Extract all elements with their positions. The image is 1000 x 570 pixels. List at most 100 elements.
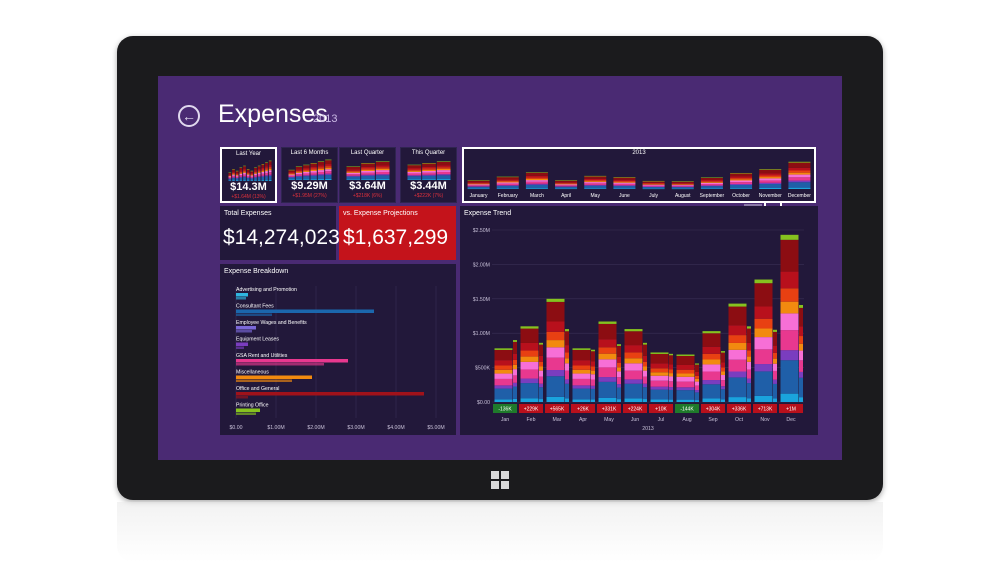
trend-bar-segment bbox=[494, 378, 513, 386]
trend-projected-bar-segment bbox=[591, 361, 595, 367]
timeline-month-label: February bbox=[498, 193, 519, 199]
trend-y-tick-label: $1.50M bbox=[473, 297, 490, 303]
period-tile-delta: +$222K (7%) bbox=[413, 193, 444, 199]
period-tile-bar-segment bbox=[310, 163, 317, 164]
timeline-bar-segment bbox=[555, 180, 578, 181]
trend-bar-segment bbox=[728, 371, 747, 378]
timeline-bar-segment bbox=[730, 176, 753, 179]
trend-bar-segment bbox=[520, 378, 539, 384]
timeline-bar-segment bbox=[555, 183, 578, 184]
period-tile-bar-segment bbox=[295, 171, 303, 173]
trend-bar-segment bbox=[598, 347, 617, 354]
period-tile-bar-segment bbox=[228, 174, 232, 176]
period-tile-value: $14.3M bbox=[230, 181, 267, 193]
timeline-bar-segment bbox=[642, 186, 665, 188]
trend-bar-segment bbox=[494, 399, 513, 402]
trend-bar-segment bbox=[780, 271, 799, 289]
trend-bar-segment bbox=[494, 360, 513, 366]
period-tile-bar-segment bbox=[288, 173, 295, 175]
period-tile-bar-segment bbox=[268, 168, 272, 171]
timeline-month-label: December bbox=[788, 193, 811, 199]
trend-bar-segment bbox=[572, 373, 591, 379]
timeline-bar-segment bbox=[525, 184, 548, 189]
trend-projected-bar-segment bbox=[695, 364, 699, 372]
period-tile-bar-segment bbox=[317, 161, 325, 166]
total-expenses-label: Total Expenses bbox=[224, 210, 272, 217]
timeline-bar-segment bbox=[788, 174, 811, 178]
period-tile-bar-segment bbox=[288, 174, 295, 176]
back-arrow-icon[interactable]: ← bbox=[178, 105, 200, 127]
period-tile-bar-segment bbox=[257, 177, 261, 181]
period-tile[interactable]: Last Quarter $3.64M +$218K (6%) bbox=[339, 147, 396, 203]
trend-projected-bar-segment bbox=[565, 398, 569, 402]
period-tile-bar-segment bbox=[265, 166, 268, 169]
period-tile-bar-segment bbox=[310, 168, 317, 170]
trend-x-tick-label: Aug bbox=[682, 417, 691, 423]
timeline-bar-segment bbox=[584, 181, 607, 183]
period-tile-bar-segment bbox=[265, 162, 268, 163]
trend-projected-bar-segment bbox=[799, 377, 803, 398]
trend-bar-segment bbox=[624, 329, 643, 332]
breakdown-bar-projected bbox=[236, 313, 272, 316]
trend-projected-bar-segment bbox=[773, 329, 777, 332]
period-tile-bar-segment bbox=[303, 173, 310, 176]
trend-projected-bar-segment bbox=[617, 399, 621, 402]
period-tile-bar-segment bbox=[361, 172, 375, 175]
trend-bar-segment bbox=[702, 380, 721, 385]
timeline-bar-segment bbox=[467, 184, 490, 186]
trend-projected-bar-segment bbox=[747, 326, 751, 329]
timeline-panel[interactable]: 2013 January February March April May June Jul… bbox=[462, 147, 816, 203]
period-tile-bar-segment bbox=[257, 171, 261, 173]
trend-projected-bar-segment bbox=[565, 363, 569, 371]
timeline-bar-segment bbox=[759, 180, 782, 183]
trend-projected-bar-segment bbox=[669, 376, 673, 382]
trend-projected-bar-segment bbox=[799, 304, 803, 308]
period-tile-bar-segment bbox=[254, 167, 257, 168]
period-tile[interactable]: Last 6 Months $9.29M +$1.95M (27%) bbox=[281, 147, 338, 203]
timeline-bar-segment bbox=[700, 182, 723, 183]
trend-projected-bar-segment bbox=[721, 367, 725, 372]
trend-projected-bar-segment bbox=[565, 352, 569, 359]
period-tile-bar-segment bbox=[261, 171, 265, 174]
timeline-bar-segment bbox=[584, 180, 607, 182]
period-tile-bar-segment bbox=[361, 174, 375, 176]
trend-projected-bar-segment bbox=[721, 351, 725, 353]
timeline-bar-segment bbox=[788, 161, 811, 163]
period-tile-bar-segment bbox=[257, 176, 261, 178]
trend-projected-bar-segment bbox=[747, 361, 751, 370]
timeline-bar-segment bbox=[555, 183, 578, 185]
period-tile-bar-segment bbox=[261, 164, 265, 168]
expense-breakdown-chart: $0.00 $1.00M $2.00M $3.00M $4.00M $5.00M Adver… bbox=[230, 286, 445, 431]
period-tile-bar-segment bbox=[265, 172, 268, 176]
timeline-bar-segment bbox=[730, 188, 753, 189]
timeline-month-label: September bbox=[700, 193, 725, 199]
period-tile[interactable]: This Quarter $3.44M +$222K (7%) bbox=[400, 147, 457, 203]
windows-logo-icon[interactable] bbox=[491, 471, 509, 489]
period-tile-bar-segment bbox=[325, 160, 332, 165]
trend-bar-segment bbox=[650, 380, 669, 387]
trend-variance-label: +224K bbox=[628, 407, 643, 413]
period-tile[interactable]: Last Year $14.3M +$1.64M (13%) bbox=[220, 147, 277, 203]
trend-projected-bar-segment bbox=[643, 344, 647, 356]
period-tile-bar-segment bbox=[303, 170, 310, 172]
period-tile-bar-segment bbox=[422, 169, 436, 171]
period-tile-bar-segment bbox=[422, 163, 436, 164]
breakdown-tick-label: $3.00M bbox=[347, 425, 364, 431]
trend-bar-segment bbox=[754, 395, 773, 402]
period-tile-bar-segment bbox=[254, 173, 257, 176]
timeline-bar-segment bbox=[700, 182, 723, 185]
breakdown-tick-label: $4.00M bbox=[387, 425, 404, 431]
expense-trend-chart: $0.00 $500K $1.00M $1.50M $2.00M $2.50M -136K J… bbox=[473, 228, 804, 432]
period-tile-bar-segment bbox=[422, 166, 436, 169]
period-tile-label: This Quarter bbox=[411, 150, 446, 156]
period-tile-bar-segment bbox=[361, 166, 375, 169]
trend-variance-label: +336K bbox=[732, 407, 747, 413]
timeline-bar-segment bbox=[700, 177, 723, 181]
trend-bar-segment bbox=[494, 348, 513, 350]
period-tile-bar-segment bbox=[265, 171, 268, 173]
period-tile-bar-segment bbox=[232, 169, 235, 170]
breakdown-category-label: Office and General bbox=[236, 386, 279, 392]
trend-projected-bar-segment bbox=[669, 364, 673, 370]
timeline-bar-segment bbox=[788, 162, 811, 168]
timeline-bar-segment bbox=[730, 173, 753, 177]
